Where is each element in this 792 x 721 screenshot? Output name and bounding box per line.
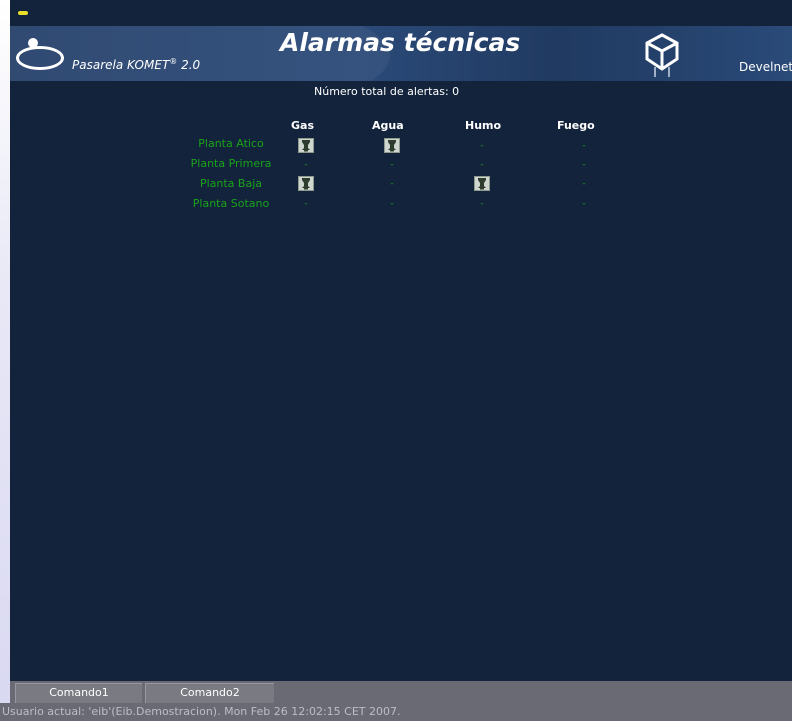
empty-cell-dash: - xyxy=(582,179,586,189)
empty-cell-dash: - xyxy=(480,141,484,151)
empty-cell-dash: - xyxy=(480,160,484,170)
alarm-panel: Número total de alertas: 0 Gas Agua Humo… xyxy=(10,81,792,681)
command-bar: Comando1 Comando2 xyxy=(10,681,792,703)
row-label-baja: Planta Baja xyxy=(199,177,263,190)
brand-version: 2.0 xyxy=(181,58,201,72)
registered-mark: ® xyxy=(169,57,178,66)
empty-cell-dash: - xyxy=(582,141,586,151)
empty-cell-dash: - xyxy=(582,160,586,170)
alarm-bell-icon[interactable] xyxy=(474,176,490,191)
empty-cell-dash: - xyxy=(390,179,394,189)
alarm-bell-icon[interactable] xyxy=(298,138,314,153)
row-label-atico: Planta Atico xyxy=(198,137,264,150)
brand-label: Pasarela KOMET® 2.0 xyxy=(72,57,200,72)
empty-cell-dash: - xyxy=(390,199,394,209)
column-humo: Humo xyxy=(465,119,502,132)
column-agua: Agua xyxy=(372,119,404,132)
empty-cell-dash: - xyxy=(304,199,308,209)
empty-cell-dash: - xyxy=(480,199,484,209)
cube-logo-icon xyxy=(645,33,679,77)
column-gas: Gas xyxy=(291,119,314,132)
alarm-bell-icon[interactable] xyxy=(384,138,400,153)
empty-cell-dash: - xyxy=(390,160,394,170)
brand-name: Pasarela KOMET xyxy=(72,58,170,72)
page-title: Alarmas técnicas xyxy=(280,28,521,57)
comando2-button[interactable]: Comando2 xyxy=(145,683,274,703)
empty-cell-dash: - xyxy=(304,160,308,170)
empty-cell-dash: - xyxy=(582,199,586,209)
status-bar: Usuario actual: 'eib'(Eib.Demostracion).… xyxy=(0,703,792,721)
row-label-sotano: Planta Sotano xyxy=(192,197,270,210)
row-label-primera: Planta Primera xyxy=(190,157,272,170)
top-strip xyxy=(10,0,792,26)
header-banner: Pasarela KOMET® 2.0 Alarmas técnicas Dev… xyxy=(10,26,792,81)
indicator-mark-icon xyxy=(18,11,28,15)
brand-right-label: Develnet xyxy=(739,60,792,74)
column-fuego: Fuego xyxy=(557,119,595,132)
alarm-bell-icon[interactable] xyxy=(298,176,314,191)
komet-logo-icon xyxy=(16,46,64,70)
comando1-button[interactable]: Comando1 xyxy=(15,683,142,703)
logo-dot-icon xyxy=(28,38,38,48)
left-decoration xyxy=(0,0,10,721)
total-alerts: Número total de alertas: 0 xyxy=(314,85,460,98)
